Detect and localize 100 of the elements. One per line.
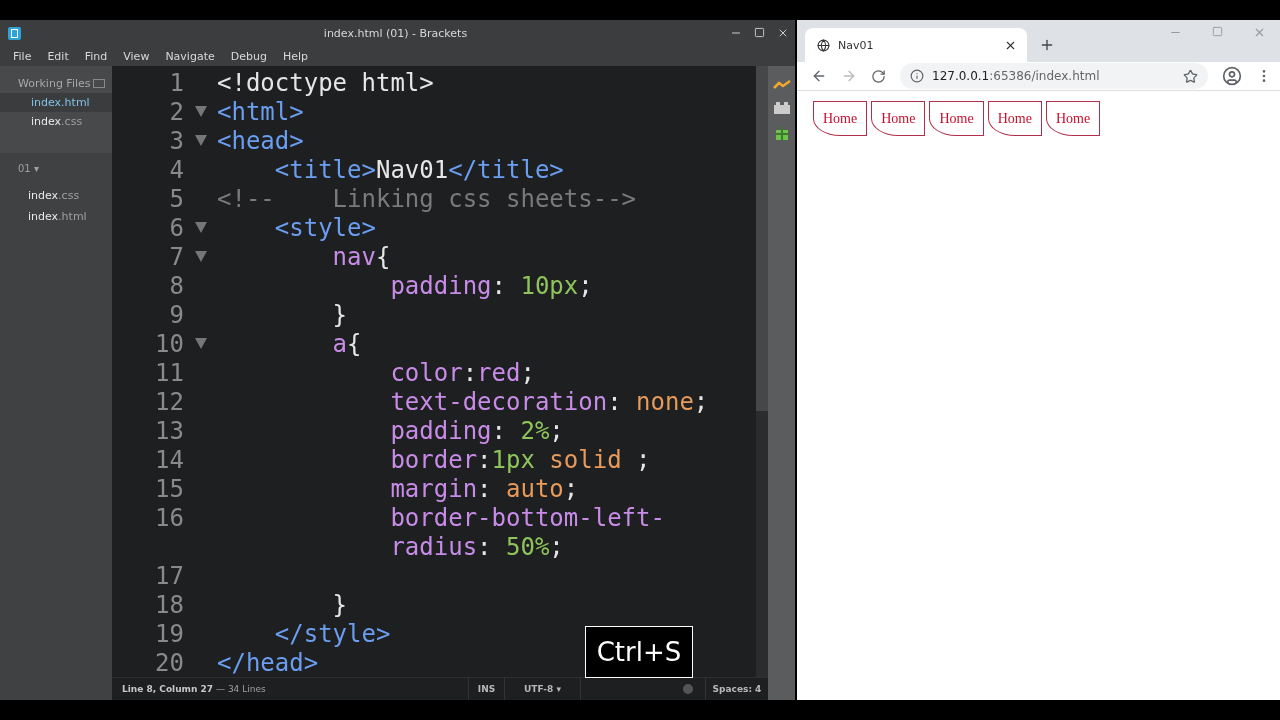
code-token: </style> [273,619,391,648]
line-count: — 34 Lines [215,684,266,694]
menu-item[interactable]: Debug [223,49,274,63]
reload-icon[interactable] [871,68,886,84]
line-number: 2 [168,97,184,126]
line-number: 16 [154,503,184,532]
nav-link[interactable]: Home [813,101,868,136]
code-token: 10px [520,271,579,300]
line-number: 7 [168,242,184,271]
code-token: <!doctype html> [217,68,434,97]
line-number: 1 [168,68,184,97]
code-token: padding [389,271,492,300]
code-token: } [331,590,348,619]
scrollbar-thumb[interactable] [756,66,768,411]
fold-arrow-icon[interactable] [194,222,207,233]
insert-mode[interactable]: INS [468,678,504,700]
keystroke-overlay: Ctrl+S [585,626,693,678]
line-number: 17 [154,561,184,590]
code-token: color [389,358,463,387]
fold-arrow-icon[interactable] [194,106,207,117]
code-token: text-decoration [389,387,608,416]
code-token: : [477,445,492,474]
cursor-position: Line 8, Column 27 [121,684,213,694]
code-token: radius [389,532,478,561]
code-token: <!-- Linking css sheets--> [217,184,637,213]
code-token: { [347,329,362,358]
app-icon [8,26,21,40]
live-preview-icon[interactable] [772,80,791,90]
line-number: 14 [154,445,184,474]
working-files-label: Working Files [18,77,91,90]
line-number: 20 [154,648,184,677]
nav-link[interactable]: Home [987,101,1042,136]
linter-status-icon[interactable] [683,684,693,694]
menu-item[interactable]: Edit [40,49,76,63]
bookmark-star-icon[interactable] [1183,68,1198,84]
code-token: solid [548,445,622,474]
code-token: </title> [448,155,564,184]
globe-icon [817,38,830,52]
nav-link[interactable]: Home [871,101,926,136]
line-number: 6 [168,213,184,242]
menu-item[interactable]: Help [275,49,315,63]
code-token: : [462,358,478,387]
extension-block-icon[interactable] [773,102,790,114]
line-number: 18 [154,590,184,619]
code-token: </head> [217,648,319,677]
code-token: border-bottom-left- [389,503,665,532]
code-token: <head> [217,126,304,155]
code-token: ; [520,358,535,387]
code-token: nav [331,242,376,271]
project-file-item[interactable]: index.html [0,207,112,226]
profile-icon[interactable] [1222,66,1242,86]
code-token: 2% [520,416,550,445]
menu-item[interactable]: Find [77,49,115,63]
code-token: padding [389,416,492,445]
code-token: : [477,474,493,503]
code-token: ; [549,416,564,445]
code-token: a [331,329,348,358]
code-token: { [375,242,391,271]
working-file-item[interactable]: index.html [0,93,112,112]
maximize-icon[interactable] [754,27,765,38]
browser-tab[interactable]: Nav01 [805,28,1027,62]
address-bar[interactable]: 127.0.0.1:65386/index.html [900,63,1208,89]
code-token: <html> [217,97,304,126]
collapse-icon[interactable] [92,79,105,88]
menu-item[interactable]: Navigate [158,49,222,63]
project-file-item[interactable]: index.css [0,186,112,205]
code-token: : [607,387,623,416]
code-token: : [491,416,507,445]
line-number: 9 [168,300,184,329]
code-token: : [477,532,493,561]
line-number: 10 [154,329,184,358]
line-number: 12 [154,387,184,416]
code-token: ; [563,474,579,503]
window-title: index.html (01) - Brackets [322,26,469,40]
fold-arrow-icon[interactable] [194,338,207,349]
code-token: <style> [273,213,376,242]
project-dropdown[interactable]: 01 ▾ [0,163,112,184]
code-token: : [491,271,507,300]
back-icon[interactable] [811,68,827,84]
fold-arrow-icon[interactable] [194,135,207,146]
code-token: ; [578,271,593,300]
code-token: ; [635,445,651,474]
working-file-item[interactable]: index.css [0,112,112,131]
nav-link[interactable]: Home [929,101,984,136]
menu-item[interactable]: View [116,49,157,63]
code-token: border [389,445,478,474]
code-token: 50% [506,532,550,561]
close-icon[interactable] [777,27,789,39]
info-icon[interactable] [910,69,924,83]
line-number: 3 [168,126,184,155]
fold-arrow-icon[interactable] [194,251,207,262]
encoding-selector[interactable]: UTF-8 ▾ [504,678,580,700]
new-tab-icon[interactable] [1039,37,1055,53]
code-token: red [477,358,521,387]
gift-icon[interactable] [774,126,789,140]
line-number: 8 [168,271,184,300]
nav-link[interactable]: Home [1045,101,1101,136]
line-number: 13 [154,416,184,445]
menu-item[interactable]: File [6,49,39,63]
code-token: Nav01 [375,155,449,184]
